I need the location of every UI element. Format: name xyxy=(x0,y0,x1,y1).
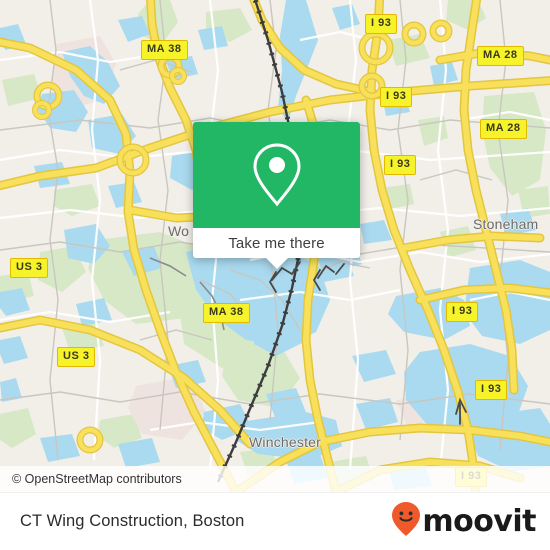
map-attribution-bar: © OpenStreetMap contributors xyxy=(0,466,550,492)
destination-popup-card[interactable]: Take me there xyxy=(193,122,360,269)
place-label-winchester: Winchester xyxy=(249,434,322,450)
moovit-pin-icon xyxy=(391,501,421,542)
attribution-text[interactable]: © OpenStreetMap contributors xyxy=(12,472,182,486)
map-screenshot-root: Wo Stoneham Winchester MA 38 I 93 MA 28 … xyxy=(0,0,550,550)
highway-shield-i93-mid: I 93 xyxy=(384,155,417,175)
place-label-stoneham: Stoneham xyxy=(473,216,539,232)
highway-shield-ma28-mid: MA 28 xyxy=(480,119,527,139)
highway-shield-us3-lower: US 3 xyxy=(57,347,96,367)
highway-shield-ma38-mid: MA 38 xyxy=(203,303,250,323)
popup-tail xyxy=(265,258,288,269)
highway-shield-ma28-top: MA 28 xyxy=(477,46,524,66)
place-title: CT Wing Construction, Boston xyxy=(20,512,245,530)
highway-shield-i93-top: I 93 xyxy=(365,14,398,34)
take-me-there-button[interactable]: Take me there xyxy=(228,235,324,252)
location-pin-icon xyxy=(249,140,305,210)
popup-action-bar[interactable]: Take me there xyxy=(193,228,360,269)
moovit-logo[interactable]: moovit xyxy=(391,501,536,542)
highway-shield-ma38-north: MA 38 xyxy=(141,40,188,60)
popup-pin-panel xyxy=(193,122,360,228)
highway-shield-us3-upper: US 3 xyxy=(10,258,49,278)
map-canvas[interactable]: Wo Stoneham Winchester MA 38 I 93 MA 28 … xyxy=(0,0,550,492)
footer-bar: CT Wing Construction, Boston moovit xyxy=(0,492,550,550)
moovit-wordmark: moovit xyxy=(422,503,536,539)
highway-shield-i93-right-upper: I 93 xyxy=(446,302,479,322)
highway-shield-i93-right-mid: I 93 xyxy=(475,380,508,400)
highway-shield-i93-upper: I 93 xyxy=(380,87,413,107)
place-label-woburn: Wo xyxy=(168,223,190,239)
